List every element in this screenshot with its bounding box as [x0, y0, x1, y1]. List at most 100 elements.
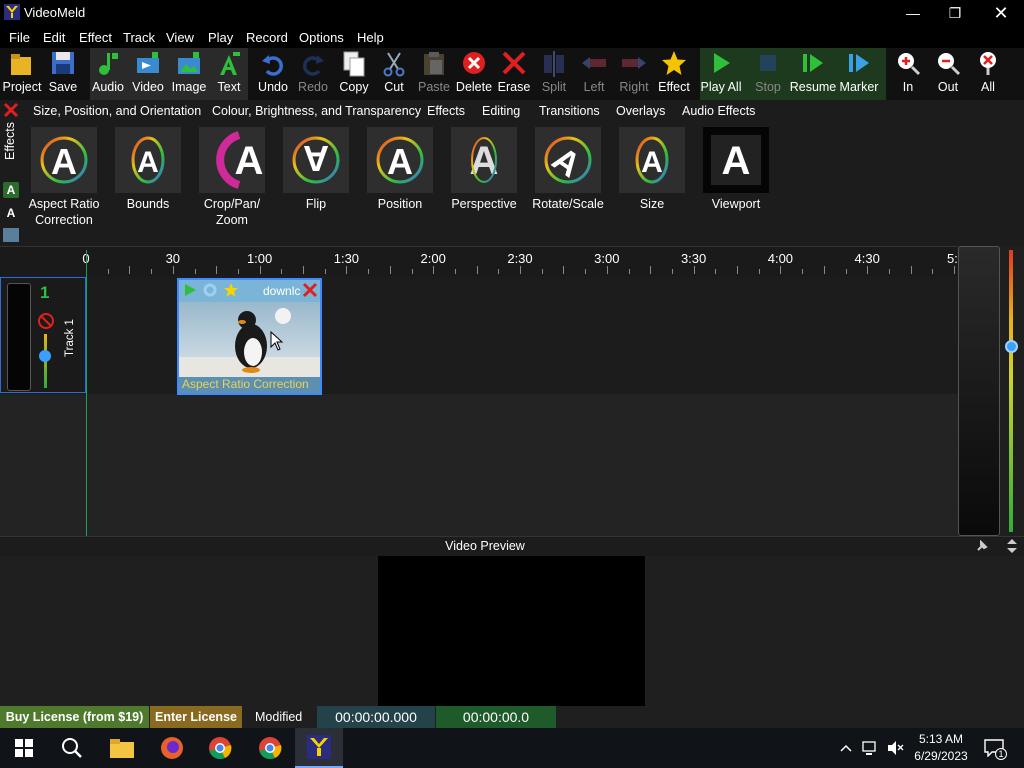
ruler-tick	[888, 269, 890, 274]
network-icon[interactable]	[862, 740, 880, 756]
toolbar-marker-button[interactable]: Marker	[831, 48, 887, 100]
effect-position[interactable]: A Position	[358, 127, 442, 212]
minimize-button[interactable]: —	[890, 0, 936, 26]
text-effect-icon[interactable]: A	[3, 182, 19, 198]
master-volume-knob[interactable]	[1005, 340, 1018, 353]
effect-thumbnail-icon: A	[367, 127, 433, 193]
tab-size-position-orientation[interactable]: Size, Position, and Orientation	[33, 104, 201, 118]
ruler-tick	[520, 266, 521, 274]
redo-icon	[299, 48, 327, 78]
toolbar-label: Left	[583, 80, 605, 94]
text-plain-icon[interactable]: A	[3, 205, 19, 221]
ruler-tick	[281, 269, 283, 274]
videomeld-taskbar-icon[interactable]	[295, 728, 343, 768]
preview-screen[interactable]	[378, 556, 645, 706]
timeline-ruler[interactable]	[0, 246, 958, 276]
effect-label: Perspective	[451, 197, 517, 211]
ruler-tick	[932, 269, 934, 274]
tab-overlays[interactable]: Overlays	[616, 104, 665, 118]
tray-overflow-icon[interactable]	[839, 742, 853, 754]
track-name: Track 1	[64, 319, 77, 357]
menu-edit[interactable]: Edit	[43, 30, 65, 45]
mute-icon[interactable]	[37, 312, 55, 330]
effect-perspective[interactable]: A Perspective	[442, 127, 526, 212]
undo-icon	[259, 48, 287, 78]
track-volume-box[interactable]	[7, 283, 31, 391]
current-time: 00:00:00.000	[317, 706, 435, 728]
toolbar-label: Video	[132, 80, 164, 94]
chrome-icon[interactable]	[196, 728, 244, 768]
video-clip[interactable]: downlc Aspect Ratio Correction	[177, 278, 322, 395]
track-row[interactable]	[0, 276, 958, 394]
tab-editing[interactable]: Editing	[482, 104, 520, 118]
volume-muted-icon[interactable]	[886, 740, 904, 756]
master-volume-slider[interactable]	[958, 246, 1000, 536]
ruler-tick	[867, 266, 869, 274]
menu-options[interactable]: Options	[299, 30, 344, 45]
menu-record[interactable]: Record	[246, 30, 288, 45]
toolbar-label: Out	[937, 80, 959, 94]
ruler-tick	[845, 269, 847, 274]
buy-license-button[interactable]: Buy License (from $19)	[0, 706, 149, 728]
ruler-tick	[454, 269, 456, 274]
marker-icon	[845, 48, 873, 78]
tray-date[interactable]: 6/29/2023	[908, 748, 974, 764]
file-explorer-icon[interactable]	[98, 728, 146, 768]
image-effect-icon[interactable]	[3, 228, 19, 242]
toolbar-label: Copy	[339, 80, 369, 94]
tab-effects[interactable]: Effects	[427, 104, 465, 118]
clip-star-icon[interactable]	[223, 282, 239, 298]
resize-icon[interactable]	[1005, 538, 1019, 554]
close-button[interactable]: ✕	[978, 0, 1024, 26]
effect-rotate-scale[interactable]: A Rotate/Scale	[526, 127, 610, 212]
ruler-tick	[693, 266, 695, 274]
mouse-cursor-icon	[270, 330, 284, 351]
tray-time[interactable]: 5:13 AM	[910, 731, 972, 747]
effect-aspect-ratio-correction[interactable]: A Aspect Ratio Correction	[22, 127, 106, 228]
ruler-tick	[910, 266, 912, 274]
menu-play[interactable]: Play	[208, 30, 233, 45]
menu-help[interactable]: Help	[357, 30, 384, 45]
clip-settings-icon[interactable]	[203, 283, 217, 297]
clip-play-icon[interactable]	[183, 283, 197, 297]
ruler-tick	[954, 266, 955, 274]
track-volume-knob[interactable]	[39, 350, 51, 362]
tab-colour-brightness-transparency[interactable]: Colour, Brightness, and Transparency	[212, 104, 421, 118]
menu-track[interactable]: Track	[123, 30, 155, 45]
play-icon	[707, 48, 735, 78]
playhead-line[interactable]	[86, 250, 87, 536]
ruler-tick	[606, 266, 608, 274]
toolbar-label: Stop	[755, 80, 781, 94]
tab-audio-effects[interactable]: Audio Effects	[682, 104, 755, 118]
effect-thumbnail-icon: A	[115, 127, 181, 193]
menu-file[interactable]: File	[9, 30, 30, 45]
toolbar-all-button[interactable]: All	[960, 48, 1016, 100]
menu-effect[interactable]: Effect	[79, 30, 112, 45]
pin-icon[interactable]	[975, 539, 989, 553]
toolbar-label: Right	[619, 80, 649, 94]
chrome-profile-icon[interactable]	[246, 728, 294, 768]
cut-icon	[380, 48, 408, 78]
search-icon[interactable]	[48, 728, 96, 768]
total-time: 00:00:00.0	[436, 706, 556, 728]
title-bar	[0, 0, 1024, 26]
windows-start-icon[interactable]	[0, 728, 48, 768]
track-header[interactable]: 1 Track 1	[0, 277, 86, 393]
toolbar-label: Redo	[298, 80, 328, 94]
effect-viewport[interactable]: A Viewport	[694, 127, 778, 212]
restore-button[interactable]: ❐	[932, 0, 978, 26]
tab-transitions[interactable]: Transitions	[539, 104, 600, 118]
ruler-tick	[237, 269, 239, 274]
effect-bounds[interactable]: A Bounds	[106, 127, 190, 212]
svg-text:A: A	[303, 138, 329, 179]
clip-close-icon[interactable]	[302, 282, 318, 298]
ruler-tick	[411, 269, 413, 274]
effect-size[interactable]: A Size	[610, 127, 694, 212]
effect-flip[interactable]: A Flip	[274, 127, 358, 212]
effect-crop-pan-zoom[interactable]: A Crop/Pan/ Zoom	[190, 127, 274, 228]
menu-view[interactable]: View	[166, 30, 194, 45]
ruler-tick	[303, 266, 304, 274]
enter-license-button[interactable]: Enter License	[150, 706, 242, 728]
ruler-label: 3:30	[680, 251, 707, 266]
firefox-icon[interactable]	[148, 728, 196, 768]
